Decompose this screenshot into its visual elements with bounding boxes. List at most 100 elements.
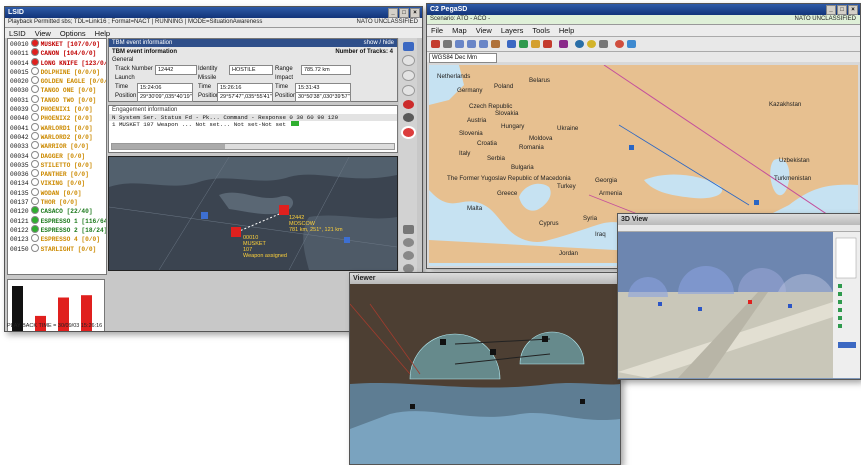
track-list-item[interactable]: 00041 WARLORD1 [0/0] — [8, 122, 106, 132]
track-list[interactable]: 00010 MUSKET [107/0/0] 00011 CANON [104/0/0… — [7, 38, 107, 275]
unit-marker[interactable] — [788, 304, 792, 308]
aircraft-marker[interactable] — [440, 339, 446, 345]
info-icon[interactable] — [402, 42, 414, 51]
aircraft-marker[interactable] — [542, 336, 548, 342]
unit-marker[interactable] — [748, 300, 752, 304]
tactical-map[interactable]: 12442 MOSCOW 781 km, 251°, 121 km 00010 … — [108, 156, 398, 271]
blank-tool-icon[interactable] — [401, 70, 415, 81]
track-list-item[interactable]: 00135 WODAN [0/0] — [8, 187, 106, 197]
hostile-track-marker[interactable] — [279, 205, 289, 215]
track-list-item[interactable]: 00122 ESPRESSO 2 [18/24] — [8, 224, 106, 234]
settings-icon[interactable] — [402, 113, 414, 122]
record-icon[interactable] — [615, 40, 624, 48]
track-list-item[interactable]: 00134 VIKING [0/0] — [8, 178, 106, 187]
help-icon[interactable] — [627, 40, 636, 48]
viewer-3d-scene[interactable] — [350, 284, 620, 464]
engagement-row[interactable]: 1 MUSKET 107 Weapon ... Not set... Not s… — [109, 121, 397, 128]
tool-icon[interactable] — [559, 40, 568, 48]
close-button[interactable]: × — [848, 5, 858, 15]
menu-help[interactable]: Help — [559, 25, 574, 36]
track-list-item[interactable]: 00020 GOLDEN EAGLE [0/0/0] — [8, 76, 106, 85]
layer-list[interactable] — [835, 237, 857, 279]
horizontal-scrollbar[interactable] — [111, 143, 395, 150]
track-list-item[interactable]: 00030 TANGO ONE [0/0] — [8, 85, 106, 94]
track-icon[interactable] — [543, 40, 552, 48]
globe-3d-scene[interactable] — [618, 232, 860, 378]
track-list-item[interactable]: 00036 PANTHER [0/0] — [8, 169, 106, 178]
unit-marker[interactable] — [658, 302, 662, 306]
sun-icon[interactable] — [587, 40, 596, 48]
alert-icon[interactable] — [431, 40, 440, 48]
track-list-item[interactable]: 00137 THOR [0/0] — [8, 197, 106, 206]
track-list-item[interactable]: 00014 LONG KNIFE [123/0/74] — [8, 57, 106, 67]
layer-toggle[interactable] — [838, 292, 842, 296]
layer-toggle[interactable] — [838, 284, 842, 288]
track-list-item[interactable]: 00011 CANON [104/0/0] — [8, 48, 106, 57]
unit-marker[interactable] — [754, 200, 759, 205]
overlay-icon[interactable] — [531, 40, 540, 48]
track-list-item[interactable]: 00121 ESPRESSO 1 [116/64] — [8, 215, 106, 225]
menu-layers[interactable]: Layers — [501, 25, 524, 36]
range-field[interactable]: 785.72 km — [301, 65, 351, 75]
track-list-item[interactable]: 00039 PHOENIX1 [0/0] — [8, 104, 106, 113]
close-button[interactable]: × — [410, 8, 420, 18]
minimize-button[interactable]: _ — [388, 8, 398, 18]
blank-tool-icon[interactable] — [401, 55, 415, 66]
alert-icon[interactable] — [402, 100, 414, 109]
target-icon[interactable] — [400, 126, 416, 139]
cursor-icon[interactable] — [402, 225, 414, 234]
track-list-item[interactable]: 00035 STILETTO [0/0] — [8, 159, 106, 169]
zoom-out-icon[interactable] — [467, 40, 476, 48]
menu-tools[interactable]: Tools — [532, 25, 550, 36]
measure-icon[interactable] — [491, 40, 500, 48]
menu-file[interactable]: File — [431, 25, 443, 36]
track-list-item[interactable]: 00033 WARRIOR [0/0] — [8, 141, 106, 150]
settings-icon[interactable] — [599, 40, 608, 48]
menu-view[interactable]: View — [476, 25, 492, 36]
menu-map[interactable]: Map — [452, 25, 467, 36]
layer-toggle[interactable] — [838, 324, 842, 328]
nav-control[interactable] — [838, 342, 856, 348]
unit-marker[interactable] — [698, 307, 702, 311]
zoom-in-icon[interactable] — [455, 40, 464, 48]
impact-pos-field[interactable]: 30°50'38",030°39'57" — [295, 92, 351, 102]
c2-titlebar[interactable]: C2 PegaSD _ □ × — [427, 4, 860, 15]
maximize-button[interactable]: □ — [837, 5, 847, 15]
layers-icon[interactable] — [507, 40, 516, 48]
layer-toggle[interactable] — [838, 300, 842, 304]
aircraft-marker[interactable] — [490, 349, 496, 355]
layer-toggle[interactable] — [838, 308, 842, 312]
lsid-titlebar[interactable]: LSID _ □ × — [5, 7, 422, 18]
track-number-field[interactable]: 12442 — [155, 65, 197, 75]
zoom-in-icon[interactable] — [402, 238, 414, 247]
track-list-item[interactable]: 00123 ESPRESSO 4 [0/0] — [8, 234, 106, 243]
unit-marker[interactable] — [629, 145, 634, 150]
show-hide-link[interactable]: show / hide — [364, 39, 394, 47]
zoom-out-icon[interactable] — [402, 251, 414, 260]
pointer-icon[interactable] — [443, 40, 452, 48]
friendly-track-marker[interactable] — [344, 237, 350, 243]
launch-pos-field[interactable]: 29°30'09",035°40'19" — [137, 92, 193, 102]
track-list-item[interactable]: 00015 DOLPHINE [0/0/0] — [8, 66, 106, 76]
ground-unit-marker[interactable] — [410, 404, 415, 409]
friendly-track-marker[interactable] — [201, 212, 208, 219]
hostile-track-marker[interactable] — [231, 227, 241, 237]
track-list-item[interactable]: 00034 DAGGER [0/0] — [8, 150, 106, 160]
blank-tool-icon[interactable] — [401, 85, 415, 96]
pan-icon[interactable] — [479, 40, 488, 48]
minimize-button[interactable]: _ — [826, 5, 836, 15]
globe-icon[interactable] — [575, 40, 584, 48]
layer-toggle[interactable] — [838, 316, 842, 320]
datum-select[interactable]: WGS84 Dec Mm — [429, 53, 497, 63]
track-list-item[interactable]: 00150 STARLIGHT [0/0] — [8, 243, 106, 253]
missile-pos-field[interactable]: 29°57'47",035°55'41" — [217, 92, 273, 102]
viewer-3d-titlebar[interactable]: Viewer — [350, 273, 620, 284]
map-icon[interactable] — [519, 40, 528, 48]
identity-field[interactable]: HOSTILE — [229, 65, 273, 75]
scroll-thumb[interactable] — [112, 144, 225, 149]
track-list-item[interactable]: 00120 CASACO [22/40] — [8, 206, 106, 215]
ground-unit-marker[interactable] — [580, 399, 585, 404]
globe-3d-titlebar[interactable]: 3D View — [618, 214, 860, 225]
track-list-item[interactable]: 00040 PHOENIX2 [0/0] — [8, 113, 106, 122]
maximize-button[interactable]: □ — [399, 8, 409, 18]
